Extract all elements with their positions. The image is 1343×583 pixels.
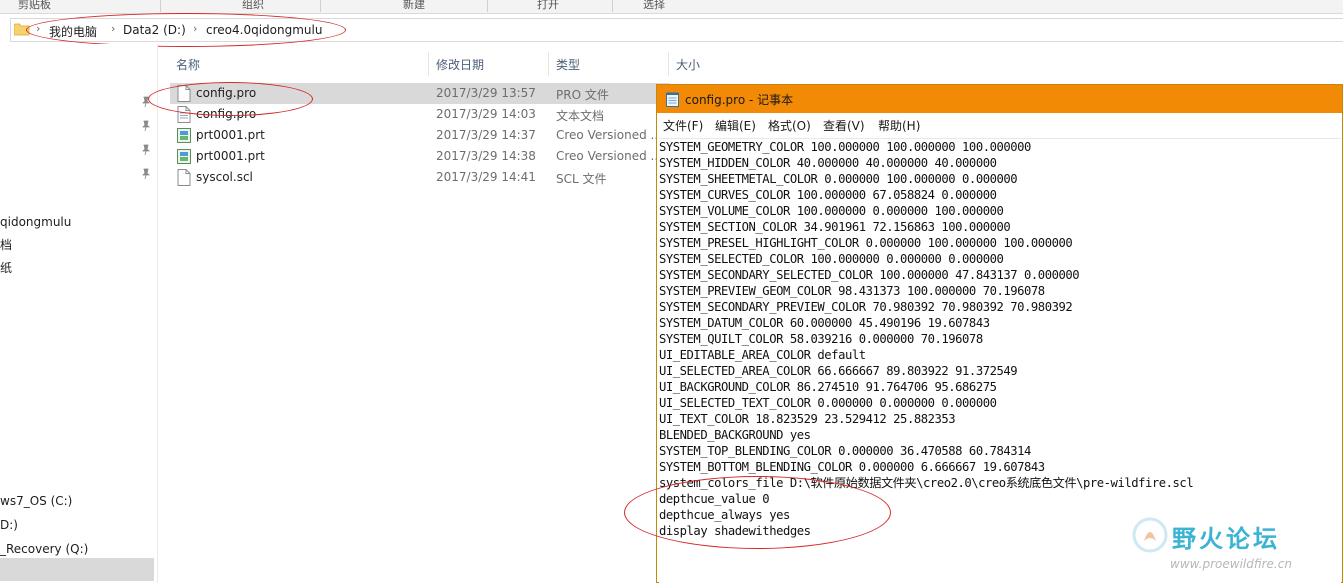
ribbon-divider bbox=[487, 0, 488, 12]
menu-view[interactable]: 查看(V) bbox=[823, 117, 865, 134]
watermark-logo-icon bbox=[1132, 517, 1168, 553]
column-header-date[interactable]: 修改日期 bbox=[436, 56, 484, 73]
nav-item-partial[interactable]: 纸 bbox=[0, 258, 12, 278]
text-line: UI_TEXT_COLOR 18.823529 23.529412 25.882… bbox=[659, 412, 956, 426]
column-header-type[interactable]: 类型 bbox=[556, 56, 580, 73]
notepad-icon bbox=[666, 92, 679, 107]
text-line: SYSTEM_SECTION_COLOR 34.901961 72.156863… bbox=[659, 220, 1011, 234]
menu-format[interactable]: 格式(O) bbox=[768, 117, 811, 134]
file-row[interactable]: syscol.scl 2017/3/29 14:41 SCL 文件 bbox=[170, 167, 670, 188]
text-line: UI_BACKGROUND_COLOR 86.274510 91.764706 … bbox=[659, 380, 997, 394]
notepad-title-bar[interactable]: config.pro - 记事本 bbox=[657, 85, 1342, 113]
ribbon-group-clipboard[interactable]: 剪贴板 bbox=[18, 0, 51, 12]
text-line: SYSTEM_SECONDARY_SELECTED_COLOR 100.0000… bbox=[659, 268, 1080, 282]
text-line: UI_SELECTED_TEXT_COLOR 0.000000 0.000000… bbox=[659, 396, 997, 410]
nav-item-recovery[interactable]: _Recovery (Q:) bbox=[0, 539, 88, 559]
file-row[interactable]: prt0001.prt 2017/3/29 14:37 Creo Version… bbox=[170, 125, 670, 146]
text-line: SYSTEM_SHEETMETAL_COLOR 0.000000 100.000… bbox=[659, 172, 1018, 186]
file-date: 2017/3/29 14:37 bbox=[436, 128, 536, 142]
pin-icon[interactable] bbox=[140, 120, 152, 132]
watermark-title: 野火论坛 bbox=[1172, 525, 1280, 553]
creo-part-icon bbox=[177, 148, 191, 165]
file-date: 2017/3/29 13:57 bbox=[436, 86, 536, 100]
ribbon-divider bbox=[160, 0, 161, 12]
file-type: SCL 文件 bbox=[556, 172, 607, 186]
pin-icon[interactable] bbox=[140, 168, 152, 180]
nav-selection-highlight bbox=[0, 558, 154, 581]
text-line: SYSTEM_HIDDEN_COLOR 40.000000 40.000000 … bbox=[659, 156, 997, 170]
text-line: UI_SELECTED_AREA_COLOR 66.666667 89.8039… bbox=[659, 364, 1018, 378]
nav-item-documents[interactable]: 档 bbox=[0, 235, 12, 255]
file-date: 2017/3/29 14:41 bbox=[436, 170, 536, 184]
menu-help[interactable]: 帮助(H) bbox=[878, 117, 920, 134]
ribbon-divider bbox=[320, 0, 321, 12]
text-line: SYSTEM_PREVIEW_GEOM_COLOR 98.431373 100.… bbox=[659, 284, 1045, 298]
file-type: PRO 文件 bbox=[556, 88, 609, 102]
text-line: SYSTEM_SECONDARY_PREVIEW_COLOR 70.980392… bbox=[659, 300, 1073, 314]
text-line: BLENDED_BACKGROUND yes bbox=[659, 428, 811, 442]
file-type: 文本文档 bbox=[556, 109, 605, 123]
file-type: Creo Versioned ... bbox=[556, 128, 662, 142]
ribbon-divider bbox=[612, 0, 613, 12]
text-line: SYSTEM_DATUM_COLOR 60.000000 45.490196 1… bbox=[659, 316, 990, 330]
ribbon-group-open[interactable]: 打开 bbox=[537, 0, 559, 12]
file-name: syscol.scl bbox=[196, 170, 253, 184]
annotation-ellipse-config bbox=[148, 82, 313, 116]
annotation-ellipse-breadcrumb bbox=[26, 13, 346, 47]
column-divider[interactable] bbox=[428, 52, 429, 76]
column-header-size[interactable]: 大小 bbox=[676, 56, 700, 73]
ribbon-group-new[interactable]: 新建 bbox=[403, 0, 425, 12]
text-line: UI_EDITABLE_AREA_COLOR default bbox=[659, 348, 866, 362]
text-line: SYSTEM_GEOMETRY_COLOR 100.000000 100.000… bbox=[659, 140, 1031, 154]
text-line: SYSTEM_VOLUME_COLOR 100.000000 0.000000 … bbox=[659, 204, 1004, 218]
text-line: SYSTEM_BOTTOM_BLENDING_COLOR 0.000000 6.… bbox=[659, 460, 1045, 474]
nav-item-drive-c[interactable]: ws7_OS (C:) bbox=[0, 491, 72, 511]
notepad-menu-bar: 文件(F) 编辑(E) 格式(O) 查看(V) 帮助(H) bbox=[657, 113, 1342, 135]
creo-part-icon bbox=[177, 127, 191, 144]
watermark-url: www.proewildfire.cn bbox=[1170, 557, 1292, 571]
column-header-name[interactable]: 名称 bbox=[176, 56, 200, 73]
text-line: SYSTEM_PRESEL_HIGHLIGHT_COLOR 0.000000 1… bbox=[659, 236, 1073, 250]
menu-file[interactable]: 文件(F) bbox=[663, 117, 703, 134]
nav-item-qidongmulu[interactable]: qidongmulu bbox=[0, 212, 71, 232]
file-name: prt0001.prt bbox=[196, 128, 265, 142]
nav-item-drive-d[interactable]: D:) bbox=[0, 515, 18, 535]
file-row[interactable]: prt0001.prt 2017/3/29 14:38 Creo Version… bbox=[170, 146, 670, 167]
file-date: 2017/3/29 14:38 bbox=[436, 149, 536, 163]
ribbon-strip: 剪贴板 组织 新建 打开 选择 bbox=[0, 0, 1343, 14]
file-name: prt0001.prt bbox=[196, 149, 265, 163]
ribbon-group-select[interactable]: 选择 bbox=[643, 0, 665, 12]
menu-edit[interactable]: 编辑(E) bbox=[715, 117, 756, 134]
file-date: 2017/3/29 14:03 bbox=[436, 107, 536, 121]
document-icon bbox=[177, 169, 191, 186]
text-line: SYSTEM_QUILT_COLOR 58.039216 0.000000 70… bbox=[659, 332, 983, 346]
notepad-title: config.pro - 记事本 bbox=[685, 93, 794, 107]
ribbon-group-organize[interactable]: 组织 bbox=[242, 0, 264, 12]
file-type: Creo Versioned ... bbox=[556, 149, 662, 163]
column-divider[interactable] bbox=[548, 52, 549, 76]
text-line: SYSTEM_SELECTED_COLOR 100.000000 0.00000… bbox=[659, 252, 1004, 266]
text-line: SYSTEM_TOP_BLENDING_COLOR 0.000000 36.47… bbox=[659, 444, 1031, 458]
pin-icon[interactable] bbox=[140, 144, 152, 156]
annotation-ellipse-depthcue bbox=[624, 476, 891, 549]
text-line: SYSTEM_CURVES_COLOR 100.000000 67.058824… bbox=[659, 188, 997, 202]
navigation-pane: qidongmulu 档 纸 ws7_OS (C:) D:) _Recovery… bbox=[0, 44, 158, 583]
column-divider[interactable] bbox=[668, 52, 669, 76]
